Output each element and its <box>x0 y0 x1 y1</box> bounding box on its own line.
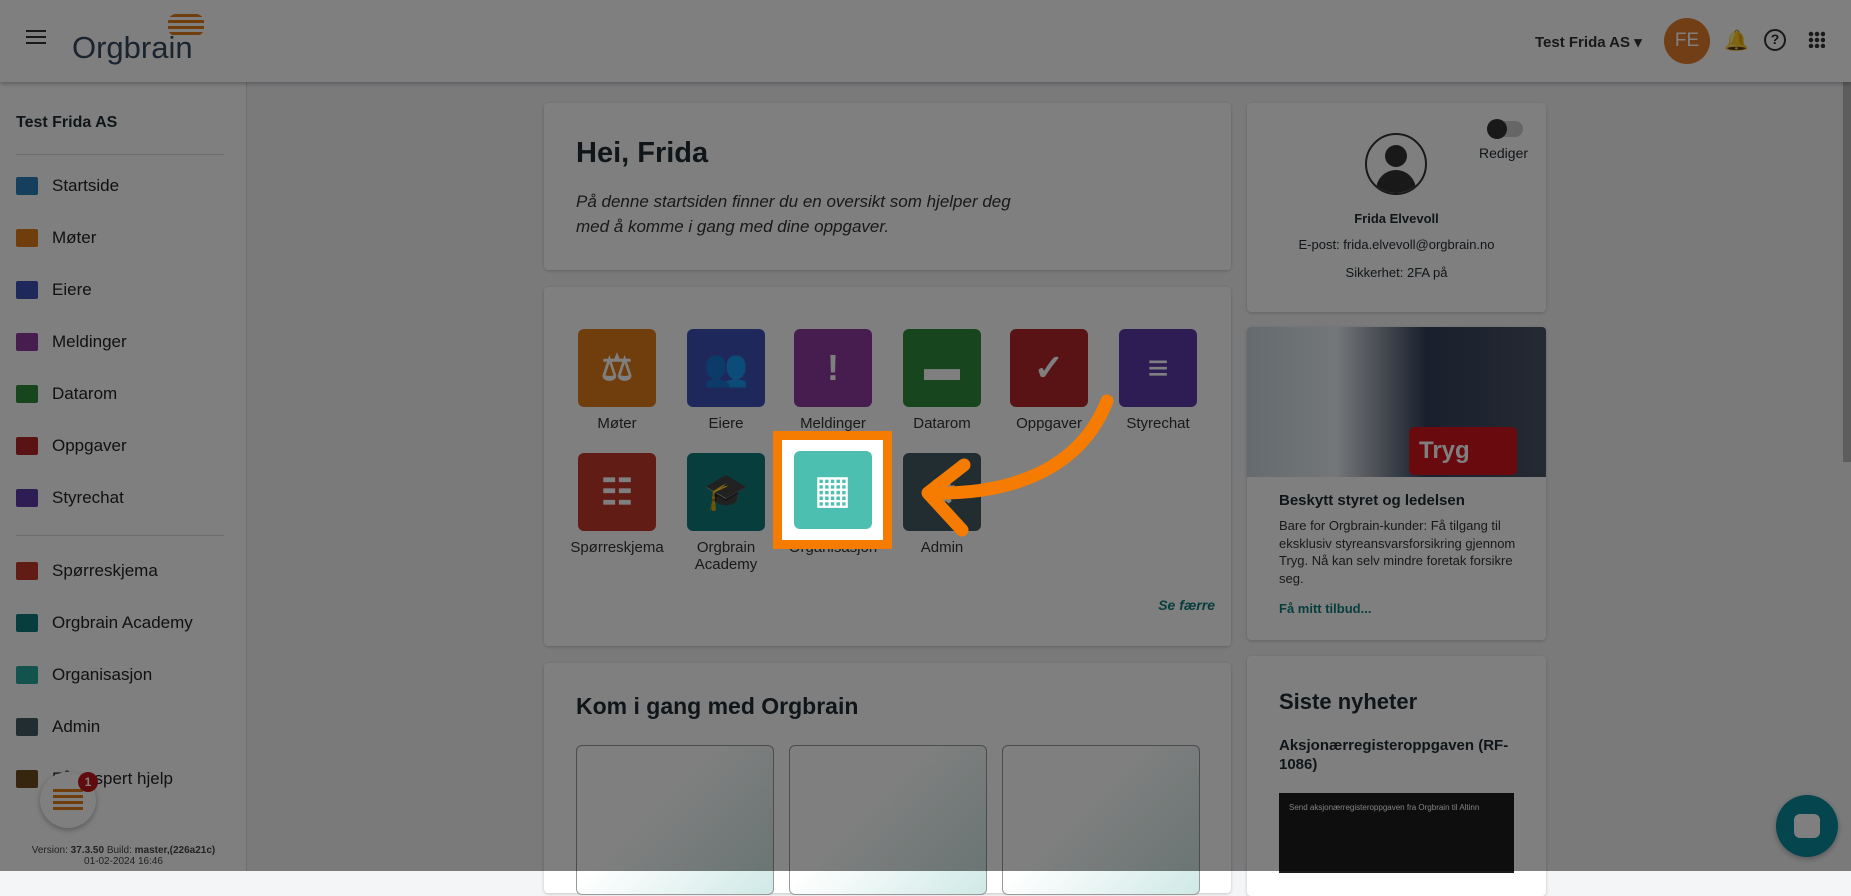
arrow-curve <box>923 394 1114 500</box>
arrow-annotation <box>921 394 1114 537</box>
